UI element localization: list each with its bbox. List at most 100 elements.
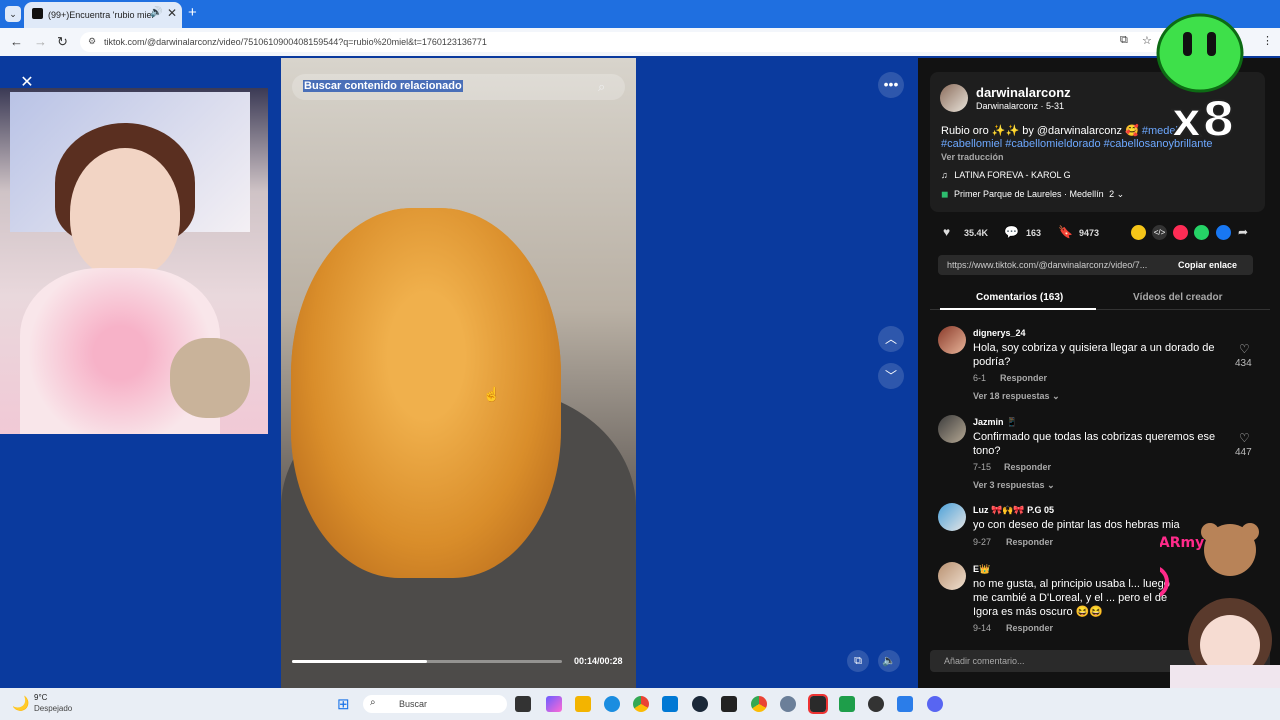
location-row[interactable]: ◼ Primer Parque de Laureles · Medellín 2… xyxy=(941,189,1124,200)
comment-avatar[interactable] xyxy=(938,326,966,354)
comment-author[interactable]: E👑 xyxy=(973,564,990,575)
tab-creator-videos[interactable]: Vídeos del creador xyxy=(1133,292,1222,303)
back-icon[interactable]: ← xyxy=(10,34,23,49)
miniplayer-icon[interactable]: ⧉ xyxy=(847,650,869,672)
comment-like-icon[interactable]: ♡ xyxy=(1239,342,1250,356)
comment-text: Confirmado que todas las cobrizas querem… xyxy=(973,431,1216,457)
whatsapp-icon[interactable] xyxy=(1194,225,1209,240)
settings-icon[interactable] xyxy=(780,696,796,712)
share-arrow-icon[interactable]: ➦ xyxy=(1238,225,1248,239)
webcam-dog xyxy=(170,338,250,418)
view-replies-button[interactable]: Ver 18 respuestas ⌄ xyxy=(973,391,1060,402)
comment-like-icon[interactable]: ♡ xyxy=(1239,431,1250,445)
comment-avatar[interactable] xyxy=(938,415,966,443)
comment-reply-button[interactable]: Responder xyxy=(1006,623,1053,633)
mouse-cursor-icon: ☝ xyxy=(483,386,501,402)
comment-reply-button[interactable]: Responder xyxy=(1006,537,1053,547)
comment-avatar[interactable] xyxy=(938,562,966,590)
send-icon[interactable] xyxy=(1173,225,1188,240)
obs-icon[interactable] xyxy=(868,696,884,712)
chrome-profile-icon[interactable] xyxy=(751,696,767,712)
epic-games-icon[interactable] xyxy=(808,694,828,714)
avatar[interactable] xyxy=(940,84,968,112)
comment-date: 9-14 xyxy=(973,623,992,633)
comment-reply-button[interactable]: Responder xyxy=(1000,373,1047,383)
site-info-icon[interactable]: ⚙ xyxy=(88,36,96,47)
webcam-overlay xyxy=(0,88,268,434)
next-video-icon[interactable]: ﹀ xyxy=(878,363,904,389)
weather-temp: 9°C xyxy=(34,693,48,702)
comment-icon[interactable]: 💬 xyxy=(1004,225,1019,239)
saves-count: 9473 xyxy=(1079,228,1100,238)
comment-author[interactable]: Luz 🎀🙌🎀 P.G 05 xyxy=(973,505,1054,516)
steam-icon[interactable] xyxy=(692,696,708,712)
chrome-icon[interactable] xyxy=(633,696,649,712)
post-caption: Rubio oro ✨✨ by @darwinalarconz 🥰 #medel xyxy=(941,124,1178,137)
embed-icon[interactable]: </> xyxy=(1152,225,1167,240)
search-icon[interactable]: ⌕ xyxy=(598,79,605,95)
pink-ring-icon xyxy=(1160,567,1169,597)
taskbar-search[interactable]: Buscar xyxy=(363,695,507,713)
menu-icon[interactable]: ⋮ xyxy=(1262,34,1273,47)
tab-active-indicator xyxy=(940,308,1096,310)
comment-date: 9-27 xyxy=(973,537,992,547)
install-icon[interactable]: ⧉ xyxy=(1120,34,1128,47)
address-bar[interactable]: tiktok.com/@darwinalarconz/video/7510610… xyxy=(80,32,1180,52)
comment-like-count: 434 xyxy=(1235,358,1252,369)
task-view-icon[interactable] xyxy=(515,696,531,712)
start-icon[interactable]: ⊞ xyxy=(337,695,350,713)
store-icon[interactable] xyxy=(662,696,678,712)
comment-author[interactable]: dignerys_24 xyxy=(973,328,1026,338)
tab-search-icon[interactable]: ⌄ xyxy=(5,6,21,22)
edge-icon[interactable] xyxy=(604,696,620,712)
post-subline: Darwinalarconz · 5-31 xyxy=(976,101,1065,111)
audio-icon[interactable]: 🔊 xyxy=(150,7,162,18)
tab-comments[interactable]: Comentarios (163) xyxy=(976,292,1063,303)
app-icon[interactable] xyxy=(839,696,855,712)
view-replies-button[interactable]: Ver 3 respuestas ⌄ xyxy=(973,480,1055,491)
view-replies-label: Ver 18 respuestas xyxy=(973,391,1050,401)
heart-icon[interactable]: ♥ xyxy=(943,225,950,239)
copilot-icon[interactable] xyxy=(546,696,562,712)
weather-desc: Despejado xyxy=(34,704,73,713)
volume-icon[interactable]: 🔈 xyxy=(878,650,900,672)
video-player[interactable] xyxy=(281,58,636,688)
x8-face-shape xyxy=(1156,13,1244,93)
comment-reply-button[interactable]: Responder xyxy=(1004,462,1051,472)
caption-text: Rubio oro ✨✨ by @darwinalarconz 🥰 xyxy=(941,125,1139,137)
bookmark-icon[interactable]: ☆ xyxy=(1142,34,1152,47)
copy-link-button[interactable]: Copiar enlace xyxy=(1178,260,1237,270)
new-tab-icon[interactable]: + xyxy=(188,4,197,21)
share-url: https://www.tiktok.com/@darwinalarconz/v… xyxy=(947,260,1148,270)
taskbar-search-text: Buscar xyxy=(399,699,428,709)
previous-video-icon[interactable]: ︿ xyxy=(878,326,904,352)
post-username[interactable]: darwinalarconz xyxy=(976,85,1071,100)
terminal-icon[interactable] xyxy=(721,696,737,712)
app-blue-icon[interactable] xyxy=(897,696,913,712)
video-hair-front xyxy=(291,208,561,578)
music-row[interactable]: ♫ LATINA FOREVA - KAROL G xyxy=(941,170,1071,180)
discord-icon[interactable] xyxy=(927,696,943,712)
music-note-icon: ♫ xyxy=(941,170,951,180)
tab-close-icon[interactable]: ✕ xyxy=(167,6,177,20)
facebook-icon[interactable] xyxy=(1216,225,1231,240)
comment-text: Hola, soy cobriza y quisiera llegar a un… xyxy=(973,342,1215,368)
comment-avatar[interactable] xyxy=(938,503,966,531)
translate-link[interactable]: Ver traducción xyxy=(941,152,1004,162)
bookmark-icon[interactable]: 🔖 xyxy=(1058,225,1073,239)
close-icon[interactable]: ✕ xyxy=(18,74,36,92)
search-icon: ⌕ xyxy=(370,697,376,708)
reload-icon[interactable]: ↻ xyxy=(57,34,68,50)
comment-author[interactable]: Jazmin 📱 xyxy=(973,417,1017,428)
location-chevron-icon: ⌄ xyxy=(1114,189,1125,199)
weather-icon[interactable]: 🌙 xyxy=(12,695,29,712)
coin-share-icon[interactable] xyxy=(1131,225,1146,240)
forward-icon[interactable]: → xyxy=(34,34,47,49)
bear-ear-right xyxy=(1241,523,1259,541)
view-replies-label: Ver 3 respuestas xyxy=(973,480,1045,490)
comment-text: no me gusta, al principio usaba l... lue… xyxy=(973,578,1170,618)
tiktok-favicon-icon xyxy=(32,8,43,19)
comments-count: 163 xyxy=(1026,228,1042,238)
more-options-icon[interactable]: ••• xyxy=(878,72,904,98)
file-explorer-icon[interactable] xyxy=(575,696,591,712)
